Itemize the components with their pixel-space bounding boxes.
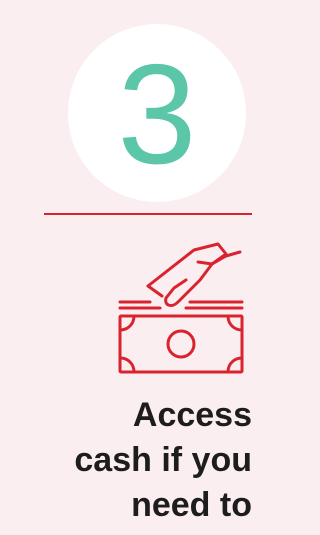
caption-line-1: Access [132,396,252,434]
caption: Access cash if you need to [2,393,252,528]
divider [44,213,252,215]
step-badge: 3 [68,24,246,202]
step-number: 3 [117,35,197,194]
caption-line-2: cash if you [74,441,252,479]
hand-cash-icon [118,242,244,374]
caption-line-3: need to [131,486,252,524]
